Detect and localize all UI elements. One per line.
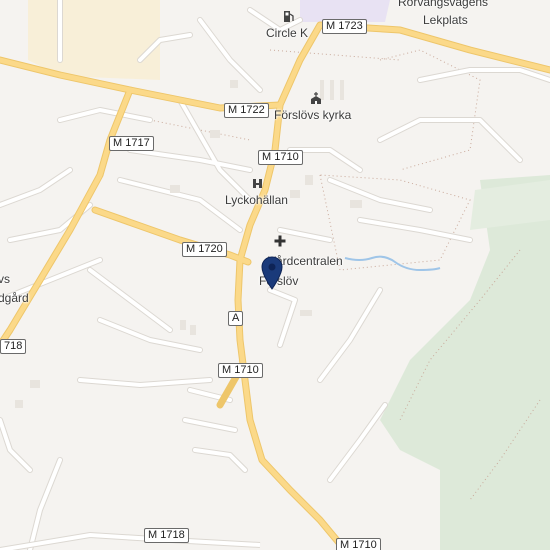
label-forslovs-kyrka[interactable]: Förslövs kyrka	[274, 108, 351, 122]
road-shield-m1717: M 1717	[109, 136, 154, 151]
industrial-area	[28, 0, 160, 80]
road-shield-m1710-bottom: M 1710	[336, 538, 381, 550]
label-edge-vs: vs	[0, 272, 10, 286]
label-lyckohallan[interactable]: Lyckohällan	[225, 193, 288, 207]
road-shield-m1722: M 1722	[224, 103, 269, 118]
label-edge-dgard: dgård	[0, 291, 29, 305]
road-shield-m1710-top: M 1710	[258, 150, 303, 165]
label-lekplats[interactable]: Lekplats	[423, 13, 468, 27]
map-canvas[interactable]: M 1723 M 1722 M 1717 M 1710 M 1720 A M 1…	[0, 0, 550, 550]
road-shield-m1718-bottom: M 1718	[144, 528, 189, 543]
forest-area	[380, 175, 550, 550]
road-shield-a: A	[228, 311, 244, 326]
road-shield-m1710-mid: M 1710	[218, 363, 263, 378]
label-circle-k[interactable]: Circle K	[266, 26, 308, 40]
road-shield-m1723: M 1723	[322, 19, 367, 34]
road-shield-m1720: M 1720	[182, 242, 227, 257]
label-rorvangsvagens[interactable]: Rörvångsvägens	[398, 0, 488, 9]
road-shield-m1718-left: 718	[0, 339, 27, 354]
